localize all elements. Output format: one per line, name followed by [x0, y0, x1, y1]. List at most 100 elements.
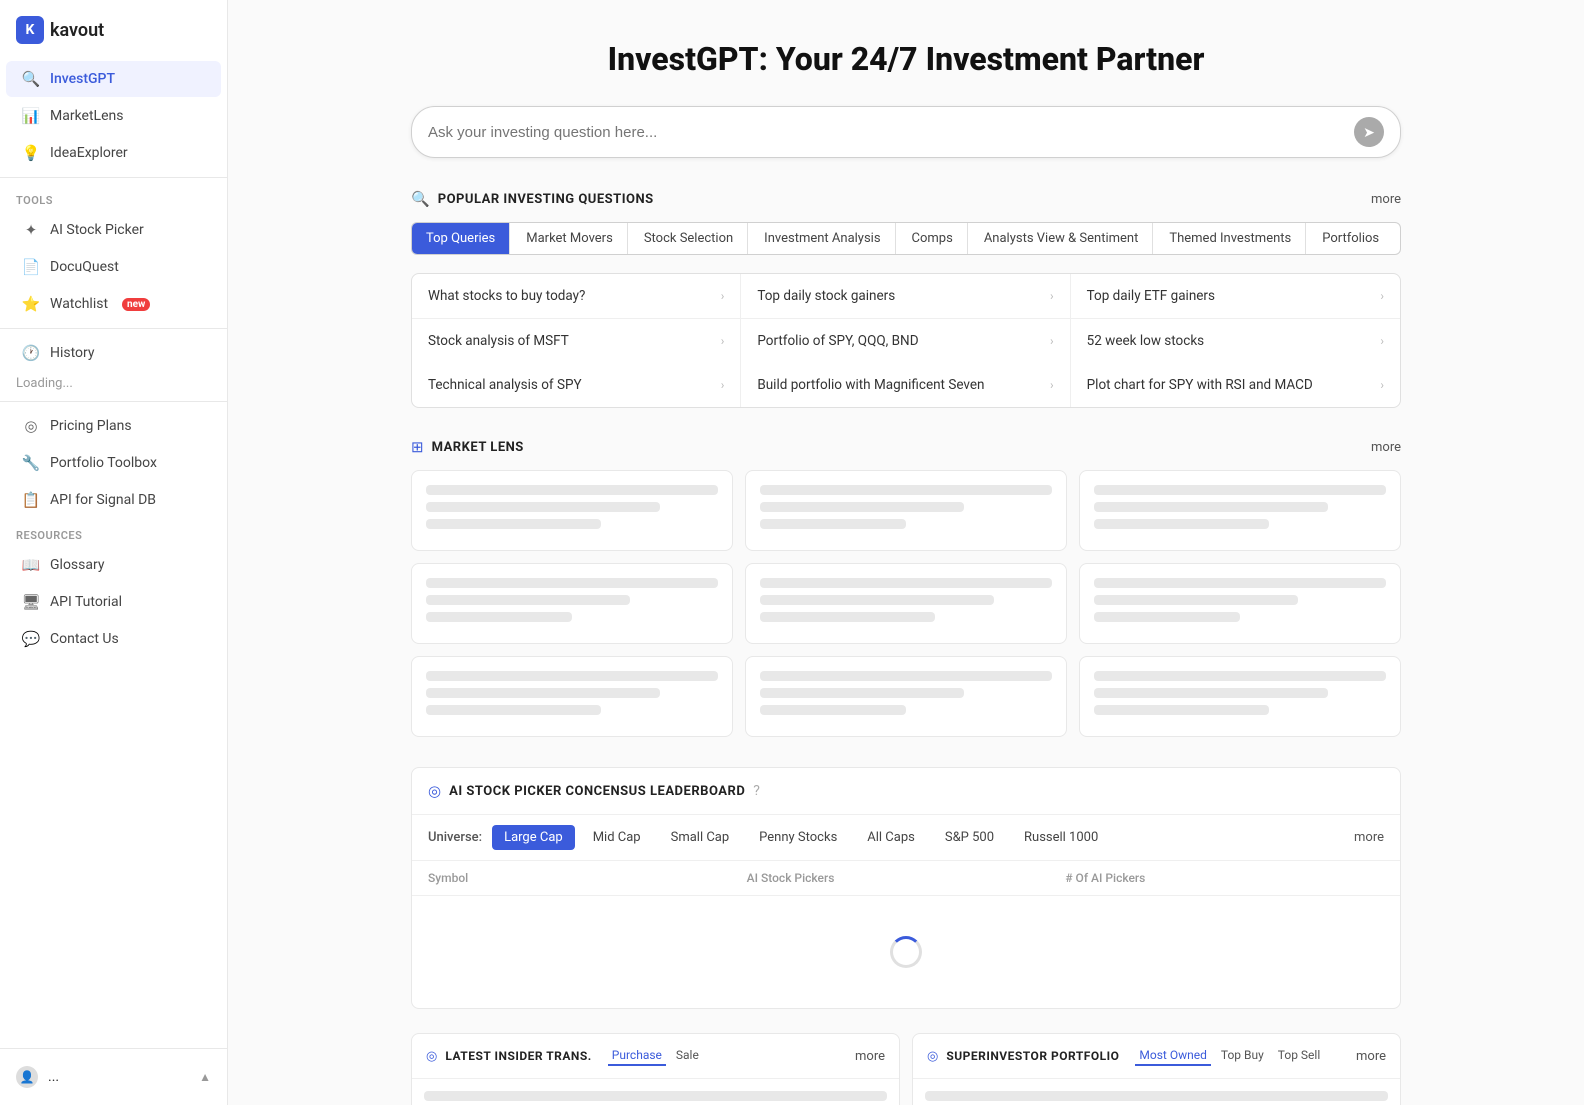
- market-card: [1079, 656, 1401, 737]
- chevron-right-icon: ›: [1050, 378, 1054, 392]
- skeleton: [1094, 688, 1328, 698]
- sidebar-item-aistockpicker[interactable]: ✦ AI Stock Picker: [6, 212, 221, 248]
- market-lens-header: ⊞ MARKET LENS more: [411, 438, 1401, 456]
- market-card: [745, 563, 1067, 644]
- chat-icon: 💬: [22, 630, 40, 648]
- tab-themed[interactable]: Themed Investments: [1155, 223, 1306, 254]
- logo-text: kavout: [50, 20, 104, 41]
- sidebar-item-glossary[interactable]: 📖 Glossary: [6, 547, 221, 583]
- search-icon: 🔍: [22, 70, 40, 88]
- sidebar-item-portfolio-toolbox[interactable]: 🔧 Portfolio Toolbox: [6, 445, 221, 481]
- sidebar: K kavout 🔍 InvestGPT 📊 MarketLens 💡 Idea…: [0, 0, 228, 1105]
- question-item[interactable]: Stock analysis of MSFT ›: [412, 319, 741, 363]
- market-lens-more[interactable]: more: [1371, 440, 1401, 455]
- skeleton: [426, 519, 601, 529]
- insider-more[interactable]: more: [855, 1049, 885, 1064]
- sidebar-item-label: Watchlist: [50, 296, 108, 312]
- sidebar-item-history[interactable]: 🕐 History: [6, 335, 221, 371]
- market-lens-grid: [411, 470, 1401, 737]
- market-card: [1079, 563, 1401, 644]
- user-menu[interactable]: 👤 ... ▲: [0, 1057, 227, 1097]
- filter-tabs: Top Queries Market Movers Stock Selectio…: [411, 222, 1401, 255]
- skeleton: [426, 612, 572, 622]
- help-icon[interactable]: ?: [753, 783, 760, 799]
- tab-analysts[interactable]: Analysts View & Sentiment: [970, 223, 1154, 254]
- insider-header: ◎ LATEST INSIDER TRANS. Purchase Sale mo…: [412, 1034, 899, 1079]
- question-text: Plot chart for SPY with RSI and MACD: [1087, 377, 1313, 393]
- divider: [0, 328, 227, 329]
- popular-section-header: 🔍 POPULAR INVESTING QUESTIONS more: [411, 190, 1401, 208]
- tab-market-movers[interactable]: Market Movers: [512, 223, 628, 254]
- popular-title-row: 🔍 POPULAR INVESTING QUESTIONS: [411, 190, 654, 208]
- skeleton: [925, 1091, 1388, 1101]
- skeleton: [1094, 705, 1269, 715]
- sidebar-item-pricing[interactable]: ◎ Pricing Plans: [6, 408, 221, 444]
- skeleton: [1094, 612, 1240, 622]
- sidebar-item-investgpt[interactable]: 🔍 InvestGPT: [6, 61, 221, 97]
- user-label: ...: [48, 1069, 59, 1085]
- sidebar-item-label: Contact Us: [50, 631, 119, 647]
- question-item[interactable]: Build portfolio with Magnificent Seven ›: [741, 363, 1070, 407]
- skeleton: [760, 671, 1052, 681]
- sidebar-item-label: AI Stock Picker: [50, 222, 144, 238]
- sidebar-item-contact[interactable]: 💬 Contact Us: [6, 621, 221, 657]
- sidebar-item-api-tutorial[interactable]: 🖥 API Tutorial: [6, 584, 221, 620]
- universe-tab-mid-cap[interactable]: Mid Cap: [581, 825, 653, 850]
- skeleton: [1094, 578, 1386, 588]
- question-item[interactable]: Top daily ETF gainers ›: [1071, 274, 1400, 319]
- chevron-right-icon: ›: [1050, 289, 1054, 303]
- superinvestor-tab-top-sell[interactable]: Top Sell: [1274, 1046, 1324, 1066]
- leaderboard-more[interactable]: more: [1354, 830, 1384, 845]
- question-item[interactable]: Top daily stock gainers ›: [741, 274, 1070, 319]
- col-ai-pickers: AI Stock Pickers: [747, 871, 1066, 885]
- superinvestor-header: ◎ SUPERINVESTOR PORTFOLIO Most Owned Top…: [913, 1034, 1400, 1079]
- skeleton: [760, 485, 1052, 495]
- sidebar-item-api-signal[interactable]: 📋 API for Signal DB: [6, 482, 221, 518]
- insider-tab-sale[interactable]: Sale: [672, 1046, 703, 1066]
- universe-tab-sp500[interactable]: S&P 500: [933, 825, 1006, 850]
- universe-tabs: Universe: Large Cap Mid Cap Small Cap Pe…: [412, 815, 1400, 861]
- tab-comps[interactable]: Comps: [898, 223, 968, 254]
- sidebar-item-docuquest[interactable]: 📄 DocuQuest: [6, 249, 221, 285]
- loading-spinner: [412, 896, 1400, 1008]
- col-num-pickers: # Of AI Pickers: [1065, 871, 1384, 885]
- question-item[interactable]: 52 week low stocks ›: [1071, 319, 1400, 363]
- sidebar-item-marketlens[interactable]: 📊 MarketLens: [6, 98, 221, 134]
- pricing-icon: ◎: [22, 417, 40, 435]
- market-lens-title-row: ⊞ MARKET LENS: [411, 438, 524, 456]
- question-item[interactable]: What stocks to buy today? ›: [412, 274, 741, 319]
- superinvestor-content: [913, 1079, 1400, 1105]
- universe-tab-large-cap[interactable]: Large Cap: [492, 825, 575, 850]
- tab-top-queries[interactable]: Top Queries: [412, 223, 510, 254]
- skeleton: [1094, 671, 1386, 681]
- spinner: [890, 936, 922, 968]
- sidebar-item-ideaexplorer[interactable]: 💡 IdeaExplorer: [6, 135, 221, 171]
- universe-tab-all-caps[interactable]: All Caps: [855, 825, 927, 850]
- superinvestor-more[interactable]: more: [1356, 1049, 1386, 1064]
- question-item[interactable]: Technical analysis of SPY ›: [412, 363, 741, 407]
- universe-tab-small-cap[interactable]: Small Cap: [659, 825, 742, 850]
- search-button[interactable]: ➤: [1354, 117, 1384, 147]
- question-item[interactable]: Plot chart for SPY with RSI and MACD ›: [1071, 363, 1400, 407]
- tab-stock-selection[interactable]: Stock Selection: [630, 223, 748, 254]
- chevron-right-icon: ›: [721, 334, 725, 348]
- universe-tab-russell[interactable]: Russell 1000: [1012, 825, 1110, 850]
- question-item[interactable]: Portfolio of SPY, QQQ, BND ›: [741, 319, 1070, 363]
- question-text: Technical analysis of SPY: [428, 377, 582, 393]
- logo: K kavout: [0, 0, 227, 56]
- leaderboard-header: ◎ AI STOCK PICKER CONCENSUS LEADERBOARD …: [412, 768, 1400, 815]
- question-text: What stocks to buy today?: [428, 288, 585, 304]
- col-symbol: Symbol: [428, 871, 747, 885]
- insider-tab-purchase[interactable]: Purchase: [608, 1046, 666, 1066]
- tab-investment-analysis[interactable]: Investment Analysis: [750, 223, 895, 254]
- sidebar-item-label: API for Signal DB: [50, 492, 156, 508]
- sidebar-item-watchlist[interactable]: ⭐ Watchlist new: [6, 286, 221, 322]
- superinvestor-tab-most-owned[interactable]: Most Owned: [1135, 1046, 1210, 1066]
- search-input[interactable]: [428, 124, 1354, 141]
- superinvestor-tab-top-buy[interactable]: Top Buy: [1217, 1046, 1268, 1066]
- sidebar-item-label: MarketLens: [50, 108, 123, 124]
- universe-tab-penny[interactable]: Penny Stocks: [747, 825, 849, 850]
- chevron-right-icon: ›: [1380, 289, 1384, 303]
- popular-more-link[interactable]: more: [1371, 192, 1401, 207]
- tab-portfolios[interactable]: Portfolios: [1308, 223, 1393, 254]
